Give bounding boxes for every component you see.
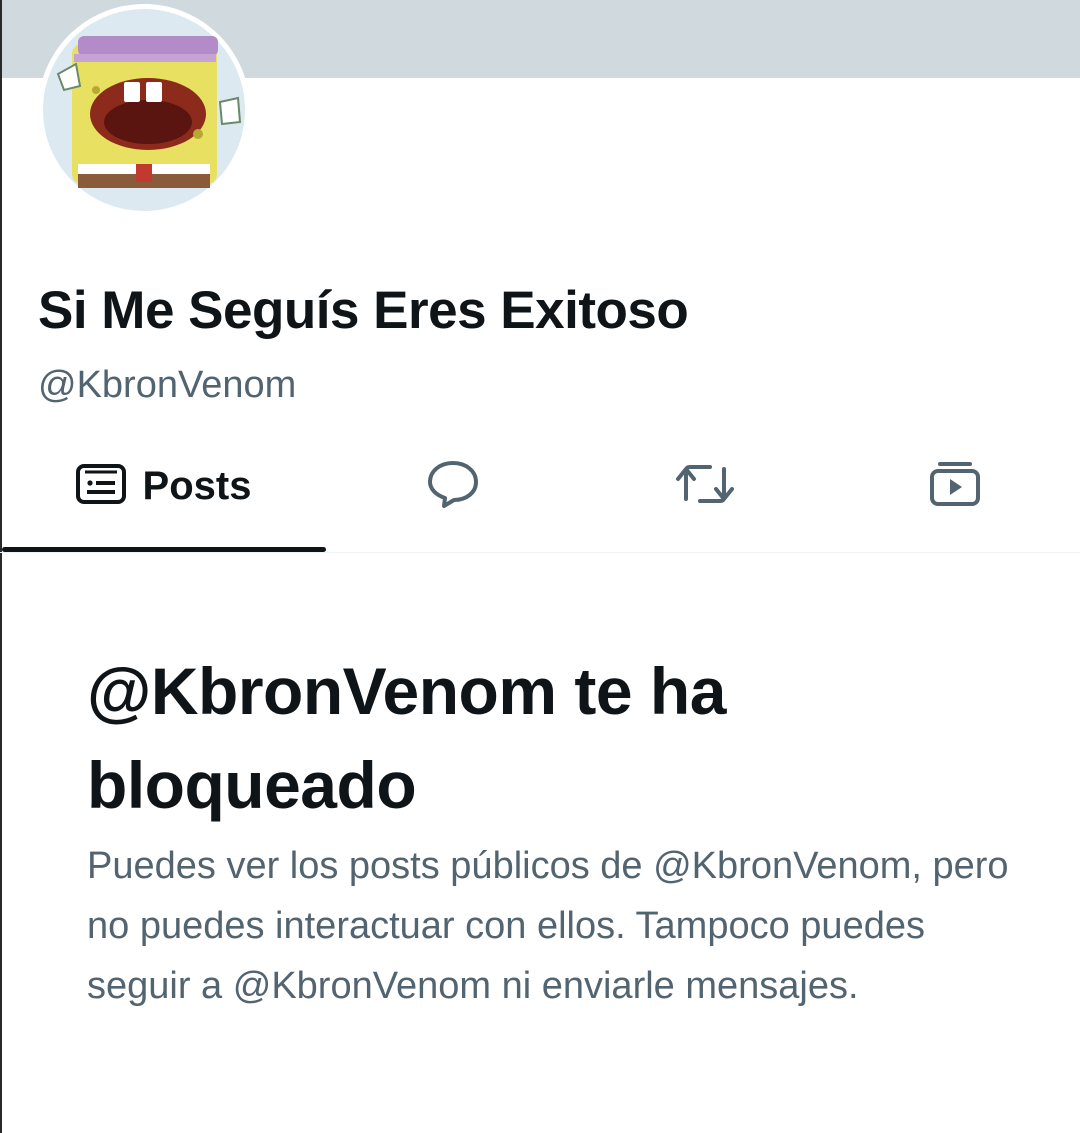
posts-icon	[75, 463, 127, 510]
blocked-notice-title: @KbronVenom te ha bloqueado	[87, 654, 726, 822]
tab-reposts[interactable]	[580, 420, 830, 552]
tab-replies[interactable]	[326, 420, 580, 552]
tab-posts-label: Posts	[142, 463, 252, 508]
media-icon	[928, 460, 982, 513]
repost-icon	[674, 461, 736, 512]
window-edge	[0, 0, 2, 1133]
profile-page: Si Me Seguís Eres Exitoso @KbronVenom Po…	[0, 0, 1080, 1133]
profile-handle: @KbronVenom	[38, 364, 297, 406]
profile-avatar[interactable]	[38, 4, 250, 216]
active-tab-indicator	[2, 547, 326, 552]
profile-display-name: Si Me Seguís Eres Exitoso	[38, 281, 689, 340]
profile-tabs: Posts	[0, 420, 1080, 553]
tab-media[interactable]	[830, 420, 1080, 552]
sponge-character	[56, 36, 242, 188]
replies-icon	[426, 459, 480, 514]
blocked-notice-description: Puedes ver los posts públicos de @KbronV…	[87, 845, 1009, 1007]
avatar-image	[38, 4, 250, 216]
tab-posts[interactable]: Posts	[0, 420, 326, 552]
